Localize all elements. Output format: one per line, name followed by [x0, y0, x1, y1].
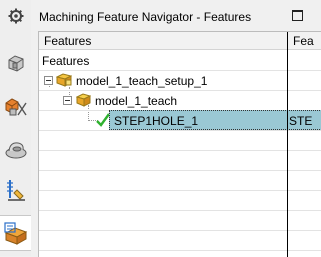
panel-title: Machining Feature Navigator - Features [39, 10, 252, 24]
column-header-second[interactable]: Fea [293, 34, 314, 48]
part-icon [75, 93, 92, 110]
empty-row [39, 170, 321, 191]
group-label: Features [42, 54, 90, 68]
empty-row [39, 190, 321, 211]
table-row[interactable]: model_1_teach_setup_1 [39, 70, 321, 91]
settings-gear-icon[interactable] [3, 3, 28, 28]
row-label: STEP1HOLE_1 [114, 114, 199, 128]
column-separator[interactable] [287, 32, 288, 257]
machining-feature-navigator-panel: Machining Feature Navigator - Features F… [31, 0, 321, 257]
empty-row [39, 150, 321, 171]
assembly-navigator-icon[interactable] [3, 94, 28, 119]
resource-bar [0, 0, 32, 256]
group-row: Features [39, 50, 321, 71]
collapse-icon[interactable] [63, 96, 72, 105]
row-label: model_1_teach_setup_1 [76, 74, 208, 88]
setup-folder-icon [55, 72, 73, 90]
row-label: model_1_teach [95, 94, 178, 108]
constraint-navigator-icon[interactable] [3, 136, 28, 161]
empty-row [39, 230, 321, 251]
collapse-icon[interactable] [44, 76, 53, 85]
machining-tool-navigator-icon[interactable] [3, 177, 28, 202]
column-header-features[interactable]: Features [44, 34, 91, 48]
selected-row-highlight[interactable]: STEP1HOLE_1 STE [109, 110, 321, 130]
check-icon [96, 112, 110, 131]
table-row[interactable]: model_1_teach [39, 90, 321, 111]
machining-feature-navigator-icon[interactable] [0, 215, 31, 251]
panel-titlebar: Machining Feature Navigator - Features [31, 0, 321, 30]
empty-row [39, 130, 321, 151]
part-navigator-icon[interactable] [3, 50, 28, 75]
empty-row [39, 210, 321, 231]
maximize-icon[interactable] [292, 10, 303, 21]
feature-tree-table: Features Fea Features model_1_teach_setu… [38, 31, 321, 257]
table-header: Features Fea [39, 32, 321, 50]
row-second-col: STE [289, 114, 313, 128]
